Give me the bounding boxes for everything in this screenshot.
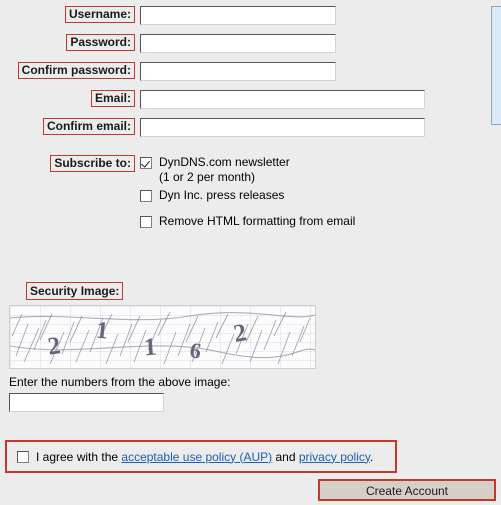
captcha-input-wrap	[9, 393, 440, 412]
form-row-email: Email:	[0, 90, 440, 109]
checkbox-press-releases-icon[interactable]	[140, 190, 152, 202]
checkbox-agree-icon[interactable]	[17, 450, 29, 463]
subscribe-option-newsletter-label: DynDNS.com newsletter	[159, 155, 290, 169]
label-password: Password:	[66, 34, 135, 51]
subscribe-option-remove-html-label: Remove HTML formatting from email	[159, 214, 356, 228]
label-cell-confirm-email: Confirm email:	[0, 118, 140, 135]
captcha-image: 2 1 1 6 2	[9, 305, 316, 369]
field-cell-confirm-email	[140, 118, 440, 137]
password-input[interactable]	[140, 34, 336, 53]
label-username: Username:	[64, 6, 135, 23]
security-image-block: Security Image: 2 1 1 6 2 Enter the numb…	[0, 282, 440, 412]
username-input[interactable]	[140, 6, 336, 25]
captcha-digit-3: 1	[143, 333, 158, 362]
checkbox-newsletter-icon[interactable]	[140, 157, 152, 169]
agreement-text-middle: and	[272, 449, 299, 464]
label-cell-email: Email:	[0, 90, 140, 107]
registration-form: Username: Password: Confirm password: Em…	[0, 6, 440, 229]
form-row-username: Username:	[0, 6, 440, 25]
confirm-password-input[interactable]	[140, 62, 336, 81]
form-row-confirm-password: Confirm password:	[0, 62, 440, 81]
label-confirm-email: Confirm email:	[42, 118, 135, 135]
subscribe-option-press-releases-label: Dyn Inc. press releases	[159, 188, 285, 202]
submit-wrap: Create Account	[318, 479, 496, 501]
subscribe-option-press-releases[interactable]: Dyn Inc. press releases	[140, 188, 440, 203]
field-cell-confirm-password	[140, 62, 440, 81]
agreement-text-after: .	[369, 449, 374, 464]
label-security-image: Security Image:	[26, 282, 124, 300]
subscribe-newsletter-note: (1 or 2 per month)	[159, 170, 256, 184]
label-cell-subscribe: Subscribe to:	[0, 155, 140, 172]
form-row-password: Password:	[0, 34, 440, 53]
captcha-input[interactable]	[9, 393, 164, 412]
field-cell-password	[140, 34, 440, 53]
security-image-label-wrap: Security Image:	[0, 282, 440, 300]
field-cell-email	[140, 90, 440, 109]
side-blue-panel	[491, 6, 501, 125]
captcha-prompt: Enter the numbers from the above image:	[9, 375, 231, 389]
form-row-subscribe: Subscribe to: DynDNS.com newsletter (1 o…	[0, 155, 440, 229]
label-subscribe-to: Subscribe to:	[50, 155, 135, 172]
subscribe-option-newsletter[interactable]: DynDNS.com newsletter	[140, 155, 440, 170]
label-email: Email:	[90, 90, 135, 107]
label-cell-username: Username:	[0, 6, 140, 23]
field-cell-username	[140, 6, 440, 25]
confirm-email-input[interactable]	[140, 118, 425, 137]
privacy-policy-link[interactable]: privacy policy	[299, 450, 370, 464]
checkbox-remove-html-icon[interactable]	[140, 216, 152, 228]
agreement-text: I agree with the acceptable use policy (…	[36, 450, 373, 464]
label-cell-confirm-password: Confirm password:	[0, 62, 140, 79]
create-account-button[interactable]: Create Account	[318, 479, 496, 501]
label-confirm-password: Confirm password:	[17, 62, 135, 79]
form-row-confirm-email: Confirm email:	[0, 118, 440, 137]
subscribe-option-remove-html[interactable]: Remove HTML formatting from email	[140, 214, 440, 229]
agreement-box[interactable]: I agree with the acceptable use policy (…	[5, 440, 397, 473]
subscribe-options: DynDNS.com newsletter (1 or 2 per month)…	[140, 155, 440, 229]
label-cell-password: Password:	[0, 34, 140, 51]
agreement-text-before: I agree with the	[36, 449, 122, 464]
email-input[interactable]	[140, 90, 425, 109]
acceptable-use-policy-link[interactable]: acceptable use policy (AUP)	[121, 450, 272, 464]
